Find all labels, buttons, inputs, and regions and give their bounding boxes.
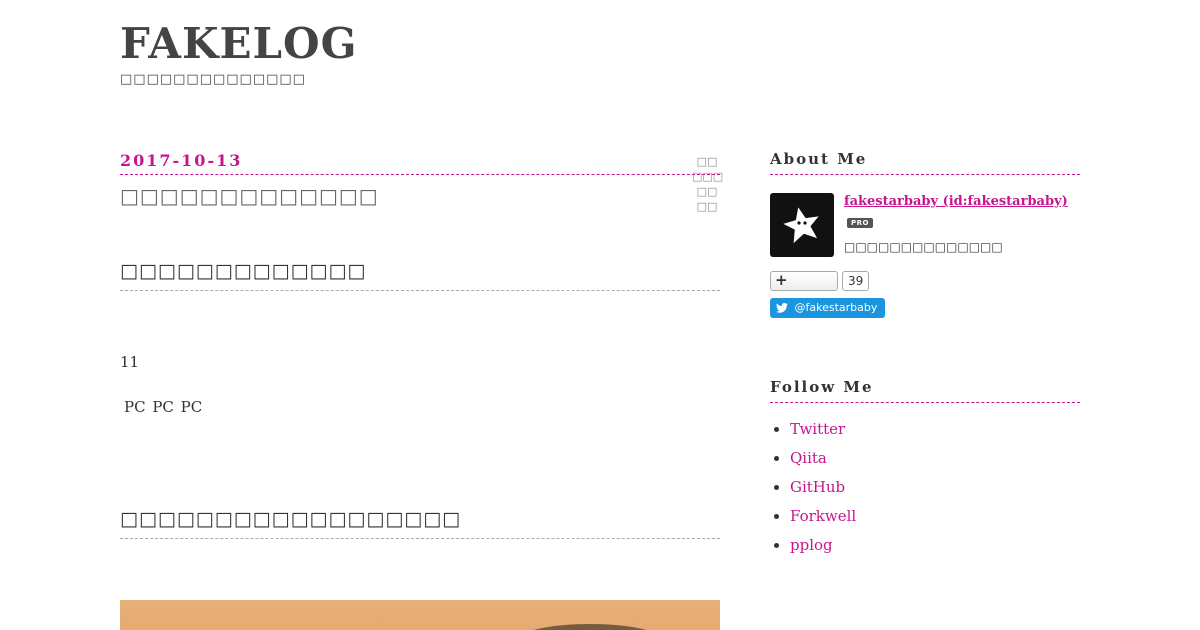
profile-name-link[interactable]: fakestarbaby (id:fakestarbaby): [844, 194, 1068, 209]
ghost-star-icon: [783, 207, 819, 244]
image-shape: [520, 624, 660, 630]
avatar[interactable]: [770, 193, 834, 257]
twitter-follow-button[interactable]: @fakestarbaby: [770, 298, 886, 318]
list-item: pplog: [790, 531, 1080, 560]
list-item: Forkwell: [790, 502, 1080, 531]
about-me-module: About Me fakestarbaby (id:fakestarbaby) …: [770, 150, 1080, 318]
share-list: □□ □□□ □□ □□: [692, 154, 723, 214]
share-item[interactable]: □□: [692, 154, 722, 169]
hatena-follow-button[interactable]: +: [770, 271, 838, 291]
follow-me-title: Follow Me: [770, 378, 1080, 403]
profile-description: □□□□□□□□□□□□□□: [844, 240, 1003, 254]
blog-page: FAKELOG □□□□□□□□□□□□□□ 2017-10-13 □□□□□□…: [0, 0, 1200, 630]
entry-image: [120, 600, 720, 630]
twitter-handle: @fakestarbaby: [794, 301, 878, 314]
follow-link-pplog[interactable]: pplog: [790, 536, 833, 554]
sidebar: About Me fakestarbaby (id:fakestarbaby) …: [770, 150, 1080, 554]
follower-count: 39: [842, 271, 870, 291]
pro-badge: PRO: [847, 218, 873, 228]
site-title[interactable]: FAKELOG: [120, 18, 357, 70]
follow-link-forkwell[interactable]: Forkwell: [790, 507, 856, 525]
share-item[interactable]: □□: [692, 199, 722, 214]
section-heading: □□□□□□□□□□□□□□□□□□: [120, 508, 720, 539]
list-item: Twitter: [790, 415, 1080, 444]
list-item: Qiita: [790, 444, 1080, 473]
share-item[interactable]: □□□: [692, 169, 723, 184]
follow-me-module: Follow Me Twitter Qiita GitHub Forkwell …: [770, 378, 1080, 560]
follow-me-list: Twitter Qiita GitHub Forkwell pplog: [770, 415, 1080, 560]
share-item[interactable]: □□: [692, 184, 722, 199]
follow-link-qiita[interactable]: Qiita: [790, 449, 827, 467]
twitter-bird-icon: [776, 303, 788, 313]
entry-paragraph: 11: [120, 353, 140, 371]
entry-date-row: 2017-10-13: [120, 148, 720, 175]
follow-link-twitter[interactable]: Twitter: [790, 420, 845, 438]
follow-link-github[interactable]: GitHub: [790, 478, 845, 496]
section-heading: □□□□□□□□□□□□□: [120, 260, 720, 291]
entry-paragraph: PC PC PC: [124, 398, 203, 416]
entry-title[interactable]: □□□□□□□□□□□□□: [120, 184, 379, 208]
entry-date[interactable]: 2017-10-13: [120, 151, 242, 170]
about-me-title: About Me: [770, 150, 1080, 175]
site-description: □□□□□□□□□□□□□□: [120, 72, 306, 87]
entry-article: 2017-10-13 □□□□□□□□□□□□□ □□ □□□ □□ □□ □□…: [120, 148, 723, 630]
list-item: GitHub: [790, 473, 1080, 502]
plus-icon: +: [775, 271, 788, 289]
